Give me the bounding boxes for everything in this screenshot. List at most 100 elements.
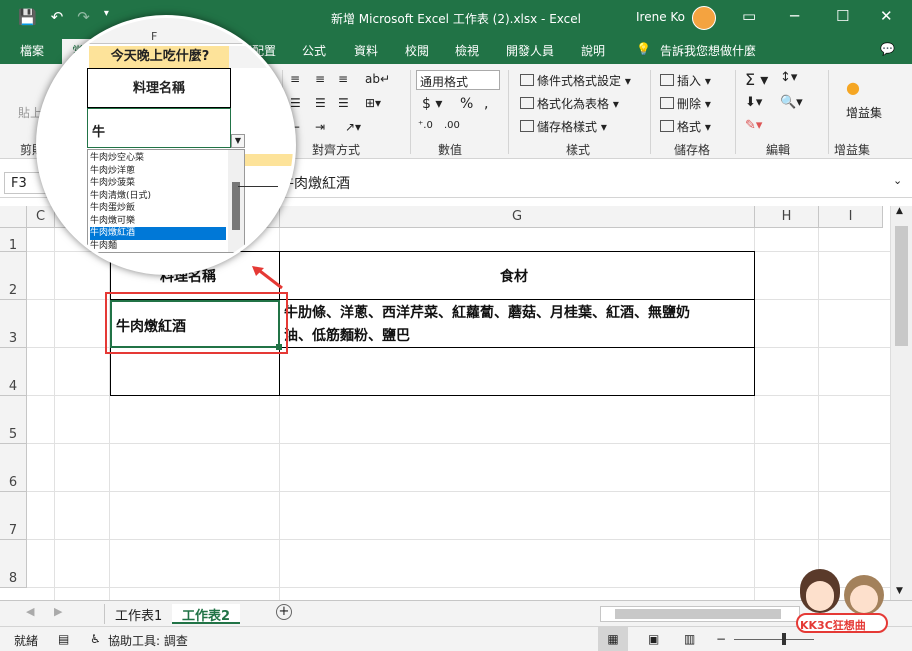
vertical-scroll-thumb[interactable] xyxy=(895,226,908,346)
mag-input-cell[interactable]: 牛 xyxy=(87,108,231,148)
row-header-8[interactable]: 8 xyxy=(0,540,27,588)
tab-developer[interactable]: 開發人員 xyxy=(506,42,554,59)
group-label-editing: 編輯 xyxy=(766,143,791,157)
comma-style-icon[interactable]: , xyxy=(484,96,488,112)
mag-title-cell: 今天晚上吃什麼? xyxy=(89,46,231,68)
dropdown-option[interactable]: 牛肉麵 xyxy=(90,240,226,253)
align-bottom-icon[interactable]: ≡ xyxy=(338,72,348,86)
column-header-g[interactable]: G xyxy=(280,206,755,228)
vertical-scrollbar[interactable]: ▲ ▼ xyxy=(890,206,912,600)
increase-indent-icon[interactable]: ⇥ xyxy=(315,120,325,134)
dropdown-option[interactable]: 牛肉炒菠菜 xyxy=(90,177,226,190)
align-left-icon[interactable]: ☰ xyxy=(290,96,301,110)
expand-formula-bar-icon[interactable]: ⌄ xyxy=(893,174,902,187)
validation-dropdown-list[interactable]: 牛肉炒空心菜 牛肉炒洋蔥 牛肉炒菠菜 牛肉清燉(日式) 牛肉蛋炒飯 牛肉燉可樂 … xyxy=(87,149,245,253)
normal-view-icon[interactable]: ▦ xyxy=(598,627,628,651)
dropdown-option-selected[interactable]: 牛肉燉紅酒 xyxy=(90,227,226,240)
currency-icon[interactable]: $ ▾ xyxy=(422,96,442,112)
row-header-1[interactable]: 1 xyxy=(0,228,27,253)
select-all-corner[interactable] xyxy=(0,206,27,228)
column-header-h[interactable]: H xyxy=(755,206,819,228)
dropdown-option[interactable]: 牛肉蛋炒飯 xyxy=(90,202,226,215)
row-header-2[interactable]: 2 xyxy=(0,252,27,300)
sheet-tabs-bar: ◀ ▶ 工作表1 工作表2 + xyxy=(0,600,912,626)
cell-g3[interactable]: 牛肋條、洋蔥、西洋芹菜、紅蘿蔔、蘑菇、月桂葉、紅酒、無鹽奶 油、低筋麵粉、鹽巴 xyxy=(284,302,690,348)
comments-icon[interactable]: 💬 xyxy=(880,42,895,56)
dropdown-option[interactable]: 牛肉清燉(日式) xyxy=(90,190,226,203)
cell-g3-line2: 油、低筋麵粉、鹽巴 xyxy=(284,328,410,344)
align-top-icon[interactable]: ≡ xyxy=(290,72,300,86)
addins-icon[interactable]: ● xyxy=(846,78,860,97)
callout-arrow xyxy=(252,266,283,290)
dropdown-option[interactable]: 牛肉炒空心菜 xyxy=(90,152,226,165)
row-header-4[interactable]: 4 xyxy=(0,348,27,396)
autosum-icon[interactable]: Σ ▾ xyxy=(745,70,768,89)
align-center-icon[interactable]: ☰ xyxy=(315,96,326,110)
avatar[interactable] xyxy=(692,6,716,30)
minimize-icon[interactable]: ─ xyxy=(790,7,799,25)
dropdown-option[interactable]: 牛肉燉可樂 xyxy=(90,215,226,228)
find-select-icon[interactable]: 🔍▾ xyxy=(780,95,803,110)
dropdown-option[interactable]: 牛肉炒洋蔥 xyxy=(90,165,226,178)
conditional-formatting-label: 條件式格式設定 xyxy=(537,74,622,88)
addins-button[interactable]: 增益集 xyxy=(846,104,882,121)
prev-sheet-icon[interactable]: ◀ xyxy=(26,605,34,618)
row-header-6[interactable]: 6 xyxy=(0,444,27,492)
increase-decimal-icon[interactable]: ⁺.0 xyxy=(418,120,433,131)
tab-data[interactable]: 資料 xyxy=(354,42,378,59)
column-header-c[interactable]: C xyxy=(27,206,55,228)
page-break-view-icon[interactable]: ▥ xyxy=(684,632,695,646)
row-header-5[interactable]: 5 xyxy=(0,396,27,444)
maximize-icon[interactable]: ☐ xyxy=(836,7,849,25)
ribbon-display-options-icon[interactable]: ▭ xyxy=(742,7,756,25)
align-middle-icon[interactable]: ≡ xyxy=(315,72,325,86)
user-name[interactable]: Irene Ko xyxy=(636,10,685,24)
column-header-i[interactable]: I xyxy=(819,206,883,228)
horizontal-scroll-thumb[interactable] xyxy=(615,609,781,619)
clear-icon[interactable]: ✎▾ xyxy=(745,118,762,133)
dropdown-scrollbar[interactable] xyxy=(228,150,244,252)
next-sheet-icon[interactable]: ▶ xyxy=(54,605,62,618)
header-ingredients[interactable]: 食材 xyxy=(500,266,528,286)
format-as-table-button[interactable]: 格式化為表格 ▾ xyxy=(520,95,619,112)
tab-formulas[interactable]: 公式 xyxy=(302,42,326,59)
delete-cells-button[interactable]: 刪除 ▾ xyxy=(660,95,711,112)
decrease-decimal-icon[interactable]: .00 xyxy=(444,120,460,131)
dropdown-scroll-thumb[interactable] xyxy=(232,182,240,230)
insert-cells-button[interactable]: 插入 ▾ xyxy=(660,72,711,89)
tab-review[interactable]: 校閱 xyxy=(405,42,429,59)
status-bar: 就緒 ▤ ♿ 協助工具: 調查 ▦ ▣ ▥ − xyxy=(0,626,912,651)
macro-record-icon[interactable]: ▤ xyxy=(58,632,69,646)
orientation-icon[interactable]: ↗▾ xyxy=(345,120,361,134)
percent-icon[interactable]: % xyxy=(460,96,473,112)
tell-me-search[interactable]: 告訴我您想做什麼 xyxy=(660,42,756,59)
scroll-up-icon[interactable]: ▲ xyxy=(896,206,903,216)
sheet-tab-2[interactable]: 工作表2 xyxy=(172,604,241,624)
tab-view[interactable]: 檢視 xyxy=(455,42,479,59)
accessibility-status[interactable]: 協助工具: 調查 xyxy=(108,632,188,649)
horizontal-scrollbar[interactable] xyxy=(600,606,800,622)
page-layout-view-icon[interactable]: ▣ xyxy=(648,632,659,646)
tab-help[interactable]: 說明 xyxy=(581,42,605,59)
insert-cells-label: 插入 xyxy=(677,74,702,88)
row-header-7[interactable]: 7 xyxy=(0,492,27,540)
fill-icon[interactable]: ⬇▾ xyxy=(745,95,762,110)
tab-file[interactable]: 檔案 xyxy=(20,42,44,59)
sheet-tab-1[interactable]: 工作表1 xyxy=(104,604,172,624)
close-icon[interactable]: ✕ xyxy=(880,7,893,25)
merge-cells-icon[interactable]: ⊞▾ xyxy=(365,96,381,110)
sort-filter-icon[interactable]: ↕▾ xyxy=(780,70,797,85)
add-sheet-icon[interactable]: + xyxy=(276,604,292,620)
accessibility-icon[interactable]: ♿ xyxy=(90,632,101,646)
zoom-out-icon[interactable]: − xyxy=(716,632,726,646)
conditional-formatting-button[interactable]: 條件式格式設定 ▾ xyxy=(520,72,631,89)
magnifier-callout: F 今天晚上吃什麼? 料理名稱 牛 ▼ 牛肉炒空心菜 牛肉炒洋蔥 牛肉炒菠菜 牛… xyxy=(36,15,296,275)
row-header-3[interactable]: 3 xyxy=(0,300,27,348)
format-as-table-label: 格式化為表格 xyxy=(537,97,610,111)
cell-styles-button[interactable]: 儲存格樣式 ▾ xyxy=(520,118,607,135)
dropdown-arrow-icon[interactable]: ▼ xyxy=(231,134,245,148)
number-format-combo[interactable]: 通用格式 xyxy=(416,70,500,90)
align-right-icon[interactable]: ☰ xyxy=(338,96,349,110)
wrap-text-icon[interactable]: ab↵ xyxy=(365,72,390,86)
format-cells-button[interactable]: 格式 ▾ xyxy=(660,118,711,135)
